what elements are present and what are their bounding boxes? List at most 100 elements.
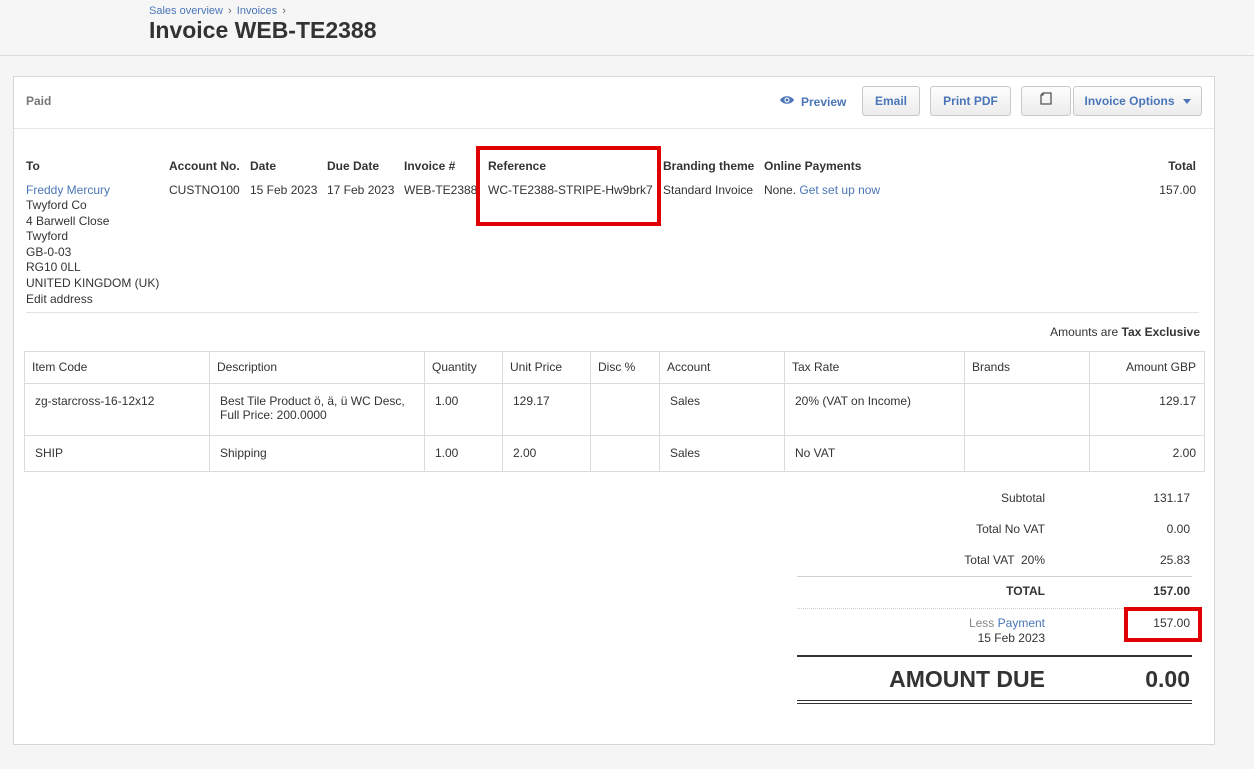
item-code-cell[interactable]: zg-starcross-16-12x12 bbox=[24, 383, 210, 436]
copy-button[interactable] bbox=[1021, 86, 1071, 116]
invoice-options-button[interactable]: Invoice Options bbox=[1073, 86, 1202, 116]
quantity-cell[interactable]: 1.00 bbox=[424, 435, 503, 472]
column-header: Account bbox=[659, 351, 785, 384]
due-date-header: Due Date bbox=[327, 159, 380, 173]
contact-name-link[interactable]: Freddy Mercury bbox=[26, 183, 110, 197]
address-line: Twyford Co bbox=[26, 198, 87, 212]
account-cell[interactable]: Sales bbox=[659, 435, 785, 472]
reference-highlight-box bbox=[476, 146, 661, 226]
brands-cell[interactable] bbox=[964, 383, 1090, 436]
less-label: Less bbox=[968, 616, 995, 630]
account-number: CUSTNO100 bbox=[169, 183, 240, 197]
amounts-are-value: Tax Exclusive bbox=[1121, 325, 1201, 339]
date-header: Date bbox=[250, 159, 277, 173]
invoice-toolbar: Paid Preview Email Print PDF Invoice Opt… bbox=[14, 77, 1214, 129]
address-line: UNITED KINGDOM (UK) bbox=[26, 276, 160, 290]
item-code-cell[interactable]: SHIP bbox=[24, 435, 210, 472]
breadcrumb-separator: › bbox=[282, 5, 286, 17]
branding-theme-value: Standard Invoice bbox=[663, 183, 754, 197]
email-button[interactable]: Email bbox=[862, 86, 920, 116]
total-no-vat-label: Total No VAT bbox=[976, 522, 1045, 536]
description-line: Best Tile Product ö, ä, ü WC Desc, bbox=[220, 394, 405, 408]
copy-icon bbox=[1040, 92, 1052, 110]
invoice-date: 15 Feb 2023 bbox=[250, 183, 318, 197]
divider bbox=[26, 312, 1199, 313]
invoice-options-label: Invoice Options bbox=[1084, 94, 1175, 108]
breadcrumb-invoices[interactable]: Invoices bbox=[237, 5, 277, 17]
payment-link[interactable]: Payment bbox=[998, 616, 1045, 630]
amounts-are-note: Amounts are Tax Exclusive bbox=[1050, 325, 1200, 339]
tax-rate-cell[interactable]: No VAT bbox=[784, 435, 965, 472]
online-payments-status: None. bbox=[764, 183, 797, 197]
address-line: GB-0-03 bbox=[26, 245, 72, 259]
page-title: Invoice WEB-TE2388 bbox=[149, 17, 377, 43]
table-row[interactable]: zg-starcross-16-12x12 Best Tile Product … bbox=[24, 383, 1205, 436]
description-cell[interactable]: Best Tile Product ö, ä, ü WC Desc, Full … bbox=[209, 383, 425, 436]
address-line: 4 Barwell Close bbox=[26, 214, 110, 228]
divider bbox=[797, 576, 1192, 577]
total-no-vat-value: 0.00 bbox=[1166, 522, 1190, 536]
invoice-number-header: Invoice # bbox=[404, 159, 456, 173]
divider bbox=[797, 700, 1192, 704]
invoice-total: 157.00 bbox=[1159, 183, 1196, 197]
unit-price-cell[interactable]: 2.00 bbox=[502, 435, 591, 472]
payment-highlight-box bbox=[1124, 607, 1202, 642]
online-payments-header: Online Payments bbox=[764, 159, 862, 173]
divider bbox=[797, 655, 1192, 657]
total-header: Total bbox=[1168, 159, 1196, 173]
total-label: TOTAL bbox=[1006, 584, 1045, 598]
preview-label: Preview bbox=[801, 94, 847, 109]
address-line: Twyford bbox=[26, 229, 69, 243]
amounts-are-label: Amounts are bbox=[1050, 325, 1119, 339]
total-vat-value: 25.83 bbox=[1159, 553, 1190, 567]
get-set-up-link[interactable]: Get set up now bbox=[799, 183, 880, 197]
amount-due-label: AMOUNT DUE bbox=[889, 666, 1045, 692]
status-badge: Paid bbox=[26, 94, 52, 108]
unit-price-cell[interactable]: 129.17 bbox=[502, 383, 591, 436]
column-header: Unit Price bbox=[502, 351, 591, 384]
discount-cell[interactable] bbox=[590, 435, 660, 472]
page-header: Sales overview › Invoices › Invoice WEB-… bbox=[0, 0, 1254, 56]
breadcrumb-sales-overview[interactable]: Sales overview bbox=[149, 5, 223, 17]
column-header: Description bbox=[209, 351, 425, 384]
breadcrumb-separator: › bbox=[228, 5, 232, 17]
column-header: Amount GBP bbox=[1089, 351, 1205, 384]
total-vat-label: Total VAT 20% bbox=[964, 553, 1045, 567]
quantity-cell[interactable]: 1.00 bbox=[424, 383, 503, 436]
table-header-row: Item Code Description Quantity Unit Pric… bbox=[24, 351, 1205, 384]
payment-date: 15 Feb 2023 bbox=[977, 631, 1045, 645]
chevron-down-icon bbox=[1182, 98, 1191, 104]
subtotal-value: 131.17 bbox=[1153, 491, 1190, 505]
edit-address-link[interactable]: Edit address bbox=[26, 292, 93, 306]
subtotal-label: Subtotal bbox=[1000, 491, 1045, 505]
description-cell[interactable]: Shipping bbox=[209, 435, 425, 472]
invoice-number: WEB-TE2388 bbox=[404, 183, 478, 197]
tax-rate-cell[interactable]: 20% (VAT on Income) bbox=[784, 383, 965, 436]
print-pdf-button[interactable]: Print PDF bbox=[930, 86, 1011, 116]
invoice-panel: Paid Preview Email Print PDF Invoice Opt… bbox=[13, 76, 1215, 745]
due-date: 17 Feb 2023 bbox=[327, 183, 395, 197]
column-header: Tax Rate bbox=[784, 351, 965, 384]
column-header: Brands bbox=[964, 351, 1090, 384]
branding-theme-header: Branding theme bbox=[663, 159, 755, 173]
column-header: Disc % bbox=[590, 351, 660, 384]
amount-cell[interactable]: 129.17 bbox=[1089, 383, 1205, 436]
description-line: Shipping bbox=[220, 446, 267, 460]
breadcrumb: Sales overview › Invoices › bbox=[149, 5, 288, 17]
column-header: Item Code bbox=[24, 351, 210, 384]
brands-cell[interactable] bbox=[964, 435, 1090, 472]
column-header: Quantity bbox=[424, 351, 503, 384]
account-no-header: Account No. bbox=[169, 159, 240, 173]
table-row[interactable]: SHIP Shipping 1.00 2.00 Sales No VAT 2.0… bbox=[24, 435, 1205, 472]
address-line: RG10 0LL bbox=[26, 260, 81, 274]
discount-cell[interactable] bbox=[590, 383, 660, 436]
amount-due-value: 0.00 bbox=[1145, 666, 1190, 692]
account-cell[interactable]: Sales bbox=[659, 383, 785, 436]
preview-button[interactable]: Preview bbox=[779, 94, 846, 109]
total-value: 157.00 bbox=[1153, 584, 1190, 598]
eye-icon bbox=[779, 94, 795, 109]
amount-cell[interactable]: 2.00 bbox=[1089, 435, 1205, 472]
less-payment-label: Less Payment bbox=[969, 616, 1045, 630]
description-line: Full Price: 200.0000 bbox=[220, 408, 327, 422]
line-items-table: Item Code Description Quantity Unit Pric… bbox=[24, 351, 1205, 472]
